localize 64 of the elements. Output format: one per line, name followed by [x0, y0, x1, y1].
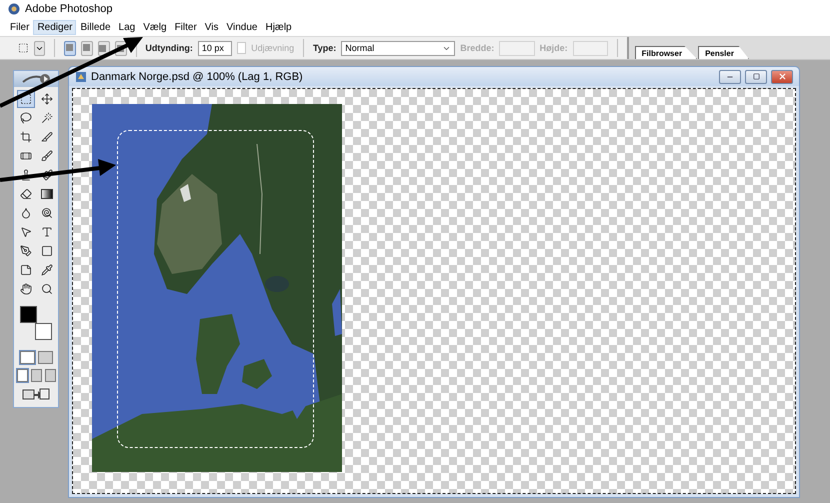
brush-icon	[40, 150, 52, 162]
zoom-icon	[40, 283, 52, 295]
menu-item[interactable]: Vindue	[222, 20, 262, 34]
menu-item[interactable]: Lag	[114, 20, 140, 34]
gradient-icon	[40, 189, 52, 199]
note-icon	[20, 264, 32, 276]
menu-item[interactable]: Filer	[6, 20, 34, 34]
palette-tab[interactable]: Filbrowser	[634, 46, 698, 59]
move-icon	[40, 93, 52, 105]
knife-icon	[40, 131, 52, 143]
close-icon	[778, 72, 786, 81]
menu-item[interactable]: Hjælp	[261, 20, 296, 34]
maximize-button[interactable]	[745, 70, 767, 84]
lollipop-icon	[40, 207, 52, 219]
feather-label: Udtynding:	[145, 43, 193, 53]
mask-mode-button[interactable]	[20, 351, 34, 364]
anti-alias-label: Udjævning	[251, 43, 294, 53]
menu-item[interactable]: Billede	[76, 20, 115, 34]
bandage-icon	[20, 150, 32, 162]
preset-dropdown[interactable]	[34, 40, 46, 56]
lasso-icon	[20, 112, 32, 124]
marquee-icon	[20, 93, 32, 105]
square-icon	[99, 44, 108, 52]
stamp-icon	[20, 169, 32, 181]
eye-icon	[21, 73, 51, 85]
window-title: Adobe Photoshop	[25, 3, 112, 15]
jump-to-icon[interactable]	[22, 387, 50, 401]
height-label: Højde:	[540, 43, 568, 53]
maximize-icon	[752, 73, 760, 80]
tool-preset-icon[interactable]	[18, 41, 29, 55]
menu-item[interactable]: Vælg	[139, 20, 171, 34]
document-title: Danmark Norge.psd @ 100% (Lag 1, RGB)	[91, 70, 303, 82]
close-button[interactable]	[771, 70, 793, 84]
menu-item[interactable]: Filter	[170, 20, 201, 34]
document-icon	[75, 70, 87, 82]
crop-icon	[20, 131, 32, 143]
app-logo-icon	[8, 3, 20, 15]
type-icon	[40, 226, 52, 238]
magic-wand-icon	[40, 112, 52, 124]
style-label: Type:	[312, 43, 336, 53]
paintbrush-icon	[40, 169, 52, 181]
mask-mode-button[interactable]	[38, 351, 52, 364]
menu-item[interactable]: Rediger	[33, 20, 76, 34]
drop-icon	[20, 207, 32, 219]
hand-icon	[20, 283, 32, 295]
feather-field[interactable]: 10 px	[198, 40, 232, 56]
foreground-color-swatch[interactable]	[20, 306, 37, 323]
screen-mode-button[interactable]	[16, 369, 28, 382]
square-icon	[82, 44, 92, 52]
selection-mode-button[interactable]	[98, 40, 110, 56]
pointer-icon	[20, 226, 32, 238]
style-select[interactable]: Normal	[341, 40, 456, 56]
minimize-button[interactable]	[719, 70, 741, 84]
pen-icon	[20, 245, 32, 257]
rectangle-icon	[40, 245, 52, 257]
palette-tab[interactable]: Pensler	[698, 46, 749, 59]
background-color-swatch[interactable]	[35, 323, 52, 340]
screen-mode-button[interactable]	[30, 369, 42, 382]
width-label: Bredde:	[460, 43, 494, 53]
square-icon	[66, 44, 75, 52]
menu-item[interactable]: Vis	[200, 20, 223, 34]
screen-mode-button[interactable]	[44, 369, 56, 382]
eraser-icon	[20, 188, 32, 200]
eyedropper-icon	[40, 264, 52, 276]
